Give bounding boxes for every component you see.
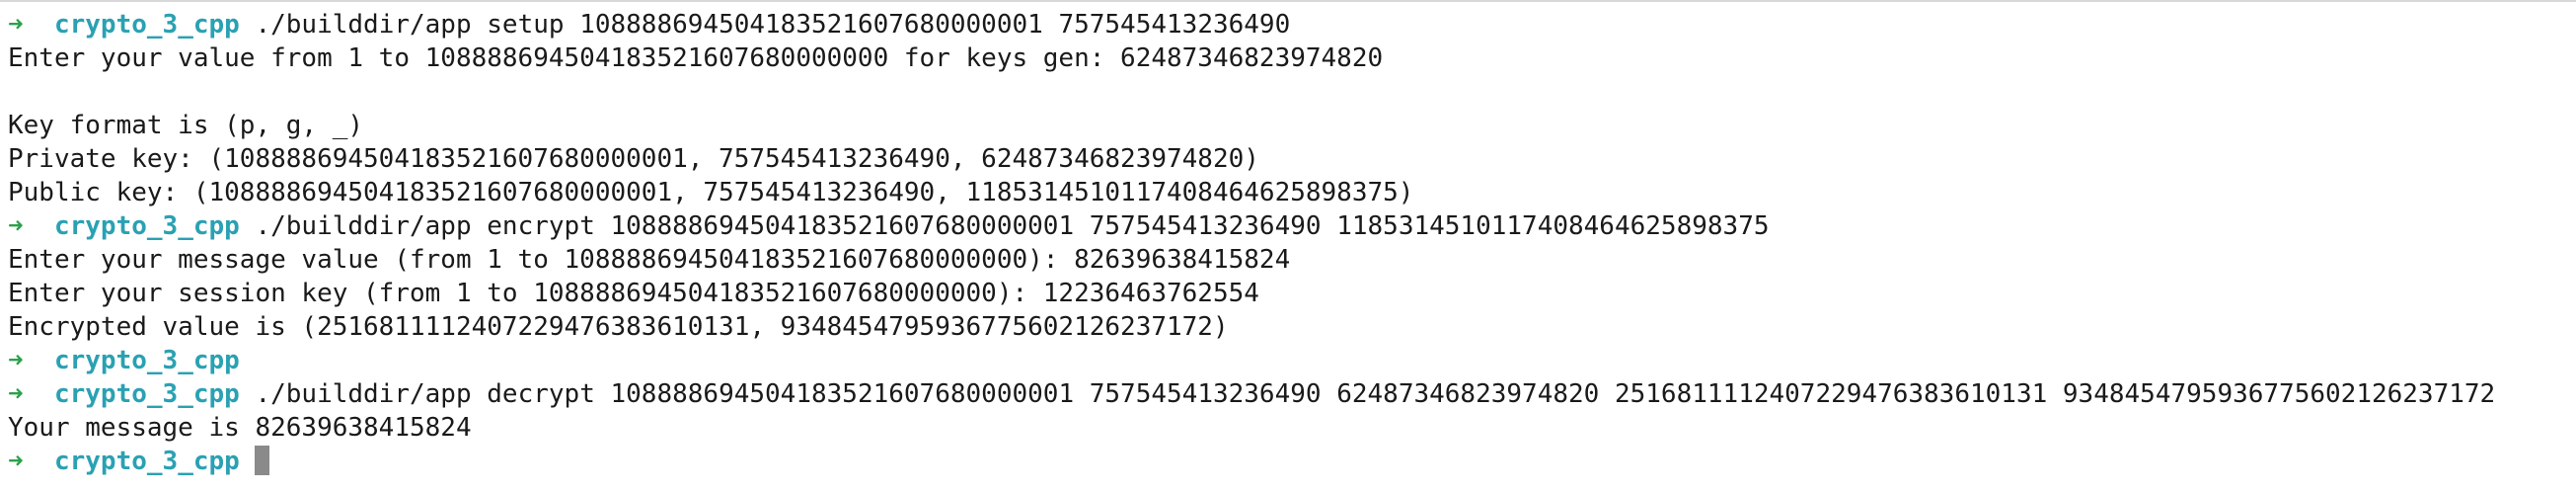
command-line-current[interactable]: ➜ crypto_3_cpp <box>8 445 2576 478</box>
output-line: Enter your message value (from 1 to 1088… <box>8 245 1291 275</box>
prompt-directory: crypto_3_cpp <box>53 346 240 375</box>
output-line: Enter your session key (from 1 to 108888… <box>8 279 1259 308</box>
prompt-arrow-icon: ➜ <box>8 379 24 409</box>
command-text: ./builddir/app encrypt 10888869450418352… <box>255 211 1770 241</box>
prompt-directory: crypto_3_cpp <box>53 447 240 476</box>
prompt-directory: crypto_3_cpp <box>53 10 240 40</box>
text-cursor[interactable] <box>255 446 270 475</box>
command-line-empty: ➜ crypto_3_cpp <box>8 344 2576 377</box>
command-line-encrypt: ➜ crypto_3_cpp ./builddir/app encrypt 10… <box>8 209 2576 243</box>
command-text: ./builddir/app setup 1088886945041835216… <box>255 10 1291 40</box>
output-line-blank <box>8 75 2576 109</box>
prompt-directory: crypto_3_cpp <box>53 211 240 241</box>
output-line: Encrypted value is (25168111124072294763… <box>8 312 1229 342</box>
output-line: Key format is (p, g, _) <box>8 111 364 140</box>
terminal-window[interactable]: ➜ crypto_3_cpp ./builddir/app setup 1088… <box>0 0 2576 492</box>
output-line: Public key: (108888694504183521607680000… <box>8 178 1414 207</box>
prompt-arrow-icon: ➜ <box>8 211 24 241</box>
output-line: Private key: (10888869450418352160768000… <box>8 144 1259 174</box>
prompt-directory: crypto_3_cpp <box>53 379 240 409</box>
output-line: Your message is 82639638415824 <box>8 413 472 443</box>
prompt-arrow-icon: ➜ <box>8 10 24 40</box>
output-line: Enter your value from 1 to 1088886945041… <box>8 43 1384 73</box>
command-line-decrypt: ➜ crypto_3_cpp ./builddir/app decrypt 10… <box>8 377 2576 411</box>
prompt-arrow-icon: ➜ <box>8 447 24 476</box>
command-line-setup: ➜ crypto_3_cpp ./builddir/app setup 1088… <box>8 8 2576 41</box>
command-text: ./builddir/app decrypt 10888869450418352… <box>255 379 2496 409</box>
prompt-arrow-icon: ➜ <box>8 346 24 375</box>
